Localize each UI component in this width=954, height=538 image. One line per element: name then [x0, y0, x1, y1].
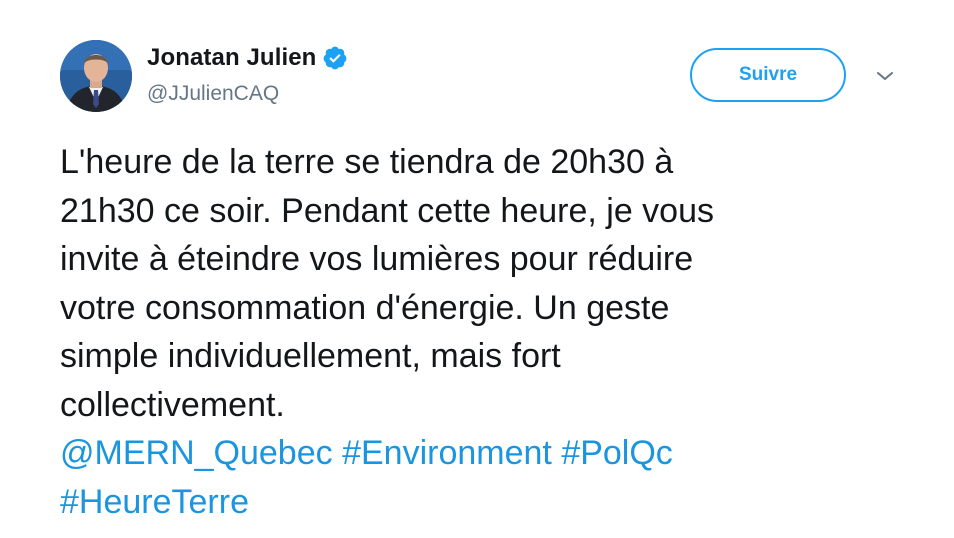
- tweet-text-line: 21h30 ce soir. Pendant cette heure, je v…: [60, 191, 715, 230]
- hashtag-link[interactable]: #HeureTerre: [60, 483, 249, 521]
- tweet-card: Jonatan Julien @JJulienCAQ Suivre L'heur…: [0, 0, 954, 538]
- tweet-text-line: votre consommation d'énergie. Un geste: [60, 288, 670, 327]
- tweet-text-line: collectivement.: [60, 385, 285, 424]
- profile-photo-icon: [60, 40, 132, 112]
- author-handle[interactable]: @JJulienCAQ: [147, 82, 279, 106]
- tweet-text-line: invite à éteindre vos lumières pour rédu…: [60, 240, 694, 278]
- verified-badge-icon: [322, 45, 348, 71]
- author-name-row: Jonatan Julien: [147, 42, 348, 74]
- hashtag-link[interactable]: #Environment: [342, 434, 552, 472]
- tweet-links-line: #HeureTerre: [60, 478, 900, 527]
- tweet-text: L'heure de la terre se tiendra de 20h30 …: [60, 138, 900, 526]
- tweet-links-line: @MERN_Quebec #Environment #PolQc: [60, 429, 900, 478]
- author-display-name[interactable]: Jonatan Julien: [147, 44, 316, 72]
- chevron-down-icon[interactable]: [872, 66, 898, 86]
- follow-button[interactable]: Suivre: [690, 48, 846, 102]
- hashtag-link[interactable]: #PolQc: [561, 434, 673, 472]
- mention-link[interactable]: @MERN_Quebec: [60, 434, 333, 472]
- avatar[interactable]: [60, 40, 132, 112]
- tweet-text-line: simple individuellement, mais fort: [60, 337, 561, 375]
- tweet-text-line: L'heure de la terre se tiendra de 20h30 …: [60, 143, 674, 181]
